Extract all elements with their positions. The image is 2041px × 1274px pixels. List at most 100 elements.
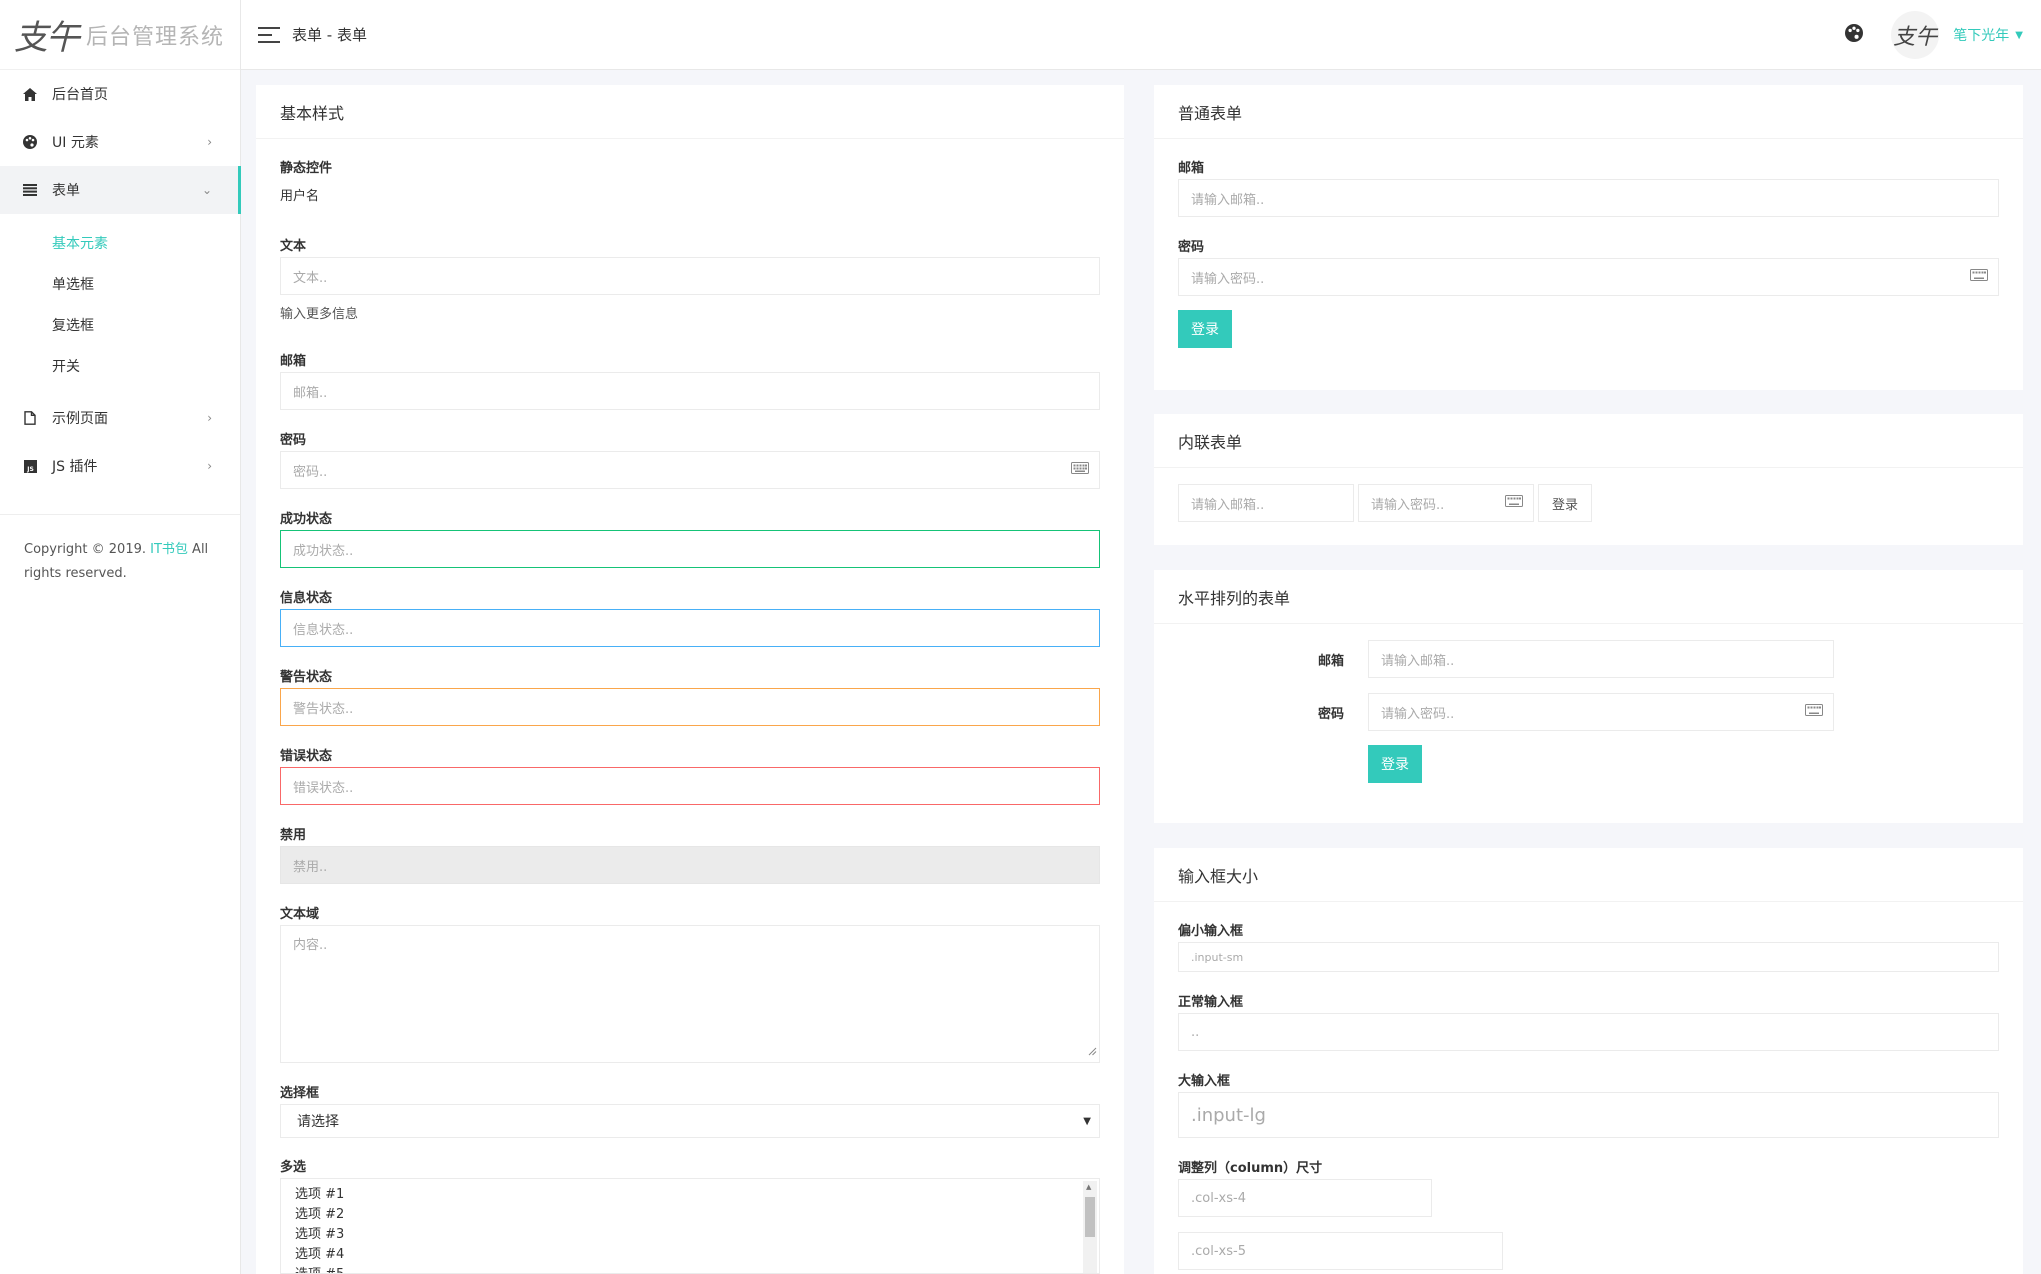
caret-down-icon: ▼ <box>1083 1115 1091 1127</box>
multiselect-list[interactable]: 选项 #1 选项 #2 选项 #3 选项 #4 选项 #5 ▲ <box>280 1178 1100 1274</box>
keyboard-icon[interactable] <box>1071 462 1089 478</box>
warning-input-placeholder: 警告状态.. <box>293 701 354 717</box>
content-textarea[interactable]: 内容.. <box>280 925 1100 1063</box>
email-input[interactable]: 请输入邮箱.. <box>1178 179 1999 217</box>
warning-input[interactable]: 警告状态.. <box>280 688 1100 726</box>
normal-input[interactable]: .. <box>1178 1013 1999 1051</box>
scrollbar-thumb[interactable] <box>1085 1197 1095 1237</box>
password-input[interactable]: 请输入密码.. <box>1178 258 1999 296</box>
textarea-label: 文本域 <box>280 907 320 922</box>
resize-grip-icon[interactable] <box>1088 1045 1097 1060</box>
multiselect-option[interactable]: 选项 #2 <box>295 1205 1085 1225</box>
card-title: 普通表单 <box>1154 85 2023 139</box>
success-input[interactable]: 成功状态.. <box>280 530 1100 568</box>
info-input[interactable]: 信息状态.. <box>280 609 1100 647</box>
username-dropdown[interactable]: 笔下光年 <box>1953 25 2009 45</box>
sidebar-item-home[interactable]: 后台首页 <box>0 70 240 118</box>
sidebar-subitem-switch[interactable]: 开关 <box>0 345 240 386</box>
text-input[interactable]: 文本.. <box>280 257 1100 295</box>
sidebar: 支午 后台管理系统 后台首页 UI 元素 › 表单 ⌄ 基本元素 单选框 复选框… <box>0 0 241 1274</box>
disabled-input: 禁用.. <box>280 846 1100 884</box>
select-dropdown[interactable]: 请选择 ▼ <box>280 1104 1100 1138</box>
multiselect-option[interactable]: 选项 #5 <box>295 1265 1085 1273</box>
email-input[interactable]: 邮箱.. <box>280 372 1100 410</box>
inline-email-input[interactable]: 请输入邮箱.. <box>1178 484 1354 522</box>
sidebar-item-js-plugins[interactable]: JS JS 插件 › <box>0 442 240 490</box>
normal-form-card: 普通表单 邮箱 请输入邮箱.. 密码 请输入密码.. 登录 <box>1154 85 2023 390</box>
col-xs-5-input[interactable]: .col-xs-5 <box>1178 1232 1503 1270</box>
col-xs-5-placeholder: .col-xs-5 <box>1191 1243 1246 1259</box>
list-icon <box>22 182 38 198</box>
svg-text:JS: JS <box>26 466 34 473</box>
password-input[interactable]: 密码.. <box>280 451 1100 489</box>
inline-form-card: 内联表单 请输入邮箱.. 请输入密码.. 登录 <box>1154 414 2023 545</box>
sidebar-subitem-radio[interactable]: 单选框 <box>0 263 240 304</box>
inline-password-input[interactable]: 请输入密码.. <box>1358 484 1534 522</box>
sidebar-item-examples[interactable]: 示例页面 › <box>0 394 240 442</box>
file-icon <box>22 410 38 426</box>
col-xs-4-input[interactable]: .col-xs-4 <box>1178 1179 1432 1217</box>
login-button[interactable]: 登录 <box>1178 310 1232 348</box>
breadcrumb: 表单 - 表单 <box>292 26 367 44</box>
email-label: 邮箱 <box>280 354 307 369</box>
menu-toggle-icon[interactable] <box>258 26 280 43</box>
basic-style-card: 基本样式 静态控件 用户名 文本 文本.. 输入更多信息 邮箱 邮箱.. 密码 … <box>256 85 1124 1274</box>
text-label: 文本 <box>280 239 307 254</box>
info-input-placeholder: 信息状态.. <box>293 622 354 638</box>
chevron-right-icon: › <box>207 459 212 473</box>
copyright: Copyright © 2019. IT书包 All rights reserv… <box>24 538 214 586</box>
small-input[interactable]: .input-sm <box>1178 942 1999 972</box>
card-title: 基本样式 <box>256 85 1124 139</box>
theme-palette-icon[interactable] <box>1845 24 1864 46</box>
text-help: 输入更多信息 <box>280 307 359 322</box>
login-button[interactable]: 登录 <box>1368 745 1422 783</box>
select-label: 选择框 <box>280 1086 320 1101</box>
multiselect-label: 多选 <box>280 1160 307 1175</box>
home-icon <box>22 86 38 102</box>
password-input-placeholder: 密码.. <box>293 464 328 480</box>
caret-down-icon[interactable]: ▼ <box>2015 30 2023 41</box>
password-input-placeholder: 请输入密码.. <box>1381 706 1455 722</box>
scroll-up-icon[interactable]: ▲ <box>1086 1183 1091 1191</box>
textarea-placeholder: 内容.. <box>293 938 328 953</box>
sidebar-item-label: JS 插件 <box>52 459 98 475</box>
large-input[interactable]: .input-lg <box>1178 1092 1999 1138</box>
sidebar-subitem-checkbox[interactable]: 复选框 <box>0 304 240 345</box>
email-input-placeholder: 请输入邮箱.. <box>1381 653 1455 669</box>
scrollbar[interactable]: ▲ <box>1083 1181 1097 1273</box>
email-input[interactable]: 请输入邮箱.. <box>1368 640 1834 678</box>
input-sizes-card: 输入框大小 偏小输入框 .input-sm 正常输入框 .. 大输入框 .inp… <box>1154 848 2023 1274</box>
inline-login-button[interactable]: 登录 <box>1538 484 1593 522</box>
static-control-label: 静态控件 <box>280 161 333 176</box>
keyboard-icon[interactable] <box>1805 704 1823 720</box>
card-title: 水平排列的表单 <box>1154 570 2023 624</box>
divider <box>0 514 240 515</box>
error-input[interactable]: 错误状态.. <box>280 767 1100 805</box>
inline-email-placeholder: 请输入邮箱.. <box>1191 497 1265 513</box>
sidebar-item-forms[interactable]: 表单 ⌄ <box>0 166 241 214</box>
horizontal-form-card: 水平排列的表单 邮箱 请输入邮箱.. 密码 请输入密码.. 登录 <box>1154 570 2023 823</box>
password-input[interactable]: 请输入密码.. <box>1368 693 1834 731</box>
keyboard-icon[interactable] <box>1970 269 1988 285</box>
copyright-link[interactable]: IT书包 <box>150 542 188 557</box>
card-title: 输入框大小 <box>1154 848 2023 902</box>
logo[interactable]: 支午 后台管理系统 <box>0 0 240 70</box>
normal-input-placeholder: .. <box>1191 1024 1200 1040</box>
success-input-placeholder: 成功状态.. <box>293 543 354 559</box>
multiselect-option[interactable]: 选项 #4 <box>295 1245 1085 1265</box>
card-body: 偏小输入框 .input-sm 正常输入框 .. 大输入框 .input-lg … <box>1154 902 2023 1270</box>
multiselect-option[interactable]: 选项 #3 <box>295 1225 1085 1245</box>
warning-label: 警告状态 <box>280 670 333 685</box>
normal-input-label: 正常输入框 <box>1178 995 1244 1010</box>
sidebar-item-label: 表单 <box>52 183 80 199</box>
error-label: 错误状态 <box>280 749 333 764</box>
sidebar-item-ui[interactable]: UI 元素 › <box>0 118 240 166</box>
sidebar-item-label: 后台首页 <box>52 87 108 103</box>
keyboard-icon[interactable] <box>1505 495 1523 511</box>
email-input-placeholder: 邮箱.. <box>293 385 328 401</box>
sidebar-subitem-basic[interactable]: 基本元素 <box>0 222 240 263</box>
chevron-down-icon: ⌄ <box>201 183 212 197</box>
select-value: 请选择 <box>297 1114 339 1130</box>
multiselect-option[interactable]: 选项 #1 <box>295 1185 1085 1205</box>
avatar[interactable]: 支午 <box>1891 11 1940 59</box>
